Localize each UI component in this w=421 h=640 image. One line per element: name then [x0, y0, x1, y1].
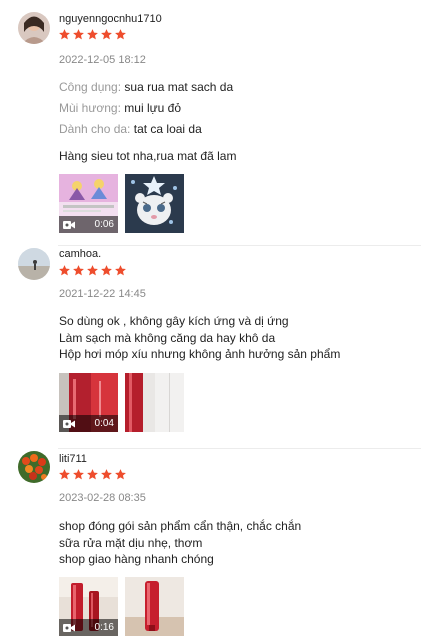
review-video-thumbnail[interactable]: 0:16: [59, 577, 118, 636]
review-text-line: sữa rửa mặt dịu nhẹ, thơm: [59, 535, 203, 550]
attribute-usage: Công dụng: sua rua mat sach da: [59, 80, 233, 94]
attribute-skin-type: Dành cho da: tat ca loai da: [59, 122, 202, 136]
star-icon: [58, 28, 71, 41]
video-duration: 0:06: [94, 219, 114, 230]
review-text: Hàng sieu tot nha,rua mat đã lam: [59, 148, 236, 165]
review-item: nguyenngocnhu1710 2022-12-05 18:12 Công …: [0, 0, 421, 245]
rating-stars: [58, 264, 127, 277]
review-text-line: shop giao hàng nhanh chóng: [59, 552, 214, 566]
video-camera-icon: [63, 623, 75, 633]
star-icon: [72, 468, 85, 481]
review-text-line: Hàng sieu tot nha,rua mat đã lam: [59, 149, 237, 163]
star-icon: [114, 28, 127, 41]
review-text: So dùng ok , không gây kích ứng và dị ứn…: [59, 313, 340, 363]
star-icon: [58, 468, 71, 481]
review-username[interactable]: camhoa.: [59, 248, 101, 260]
review-text-line: shop đóng gói sản phẩm cẩn thận, chắc ch…: [59, 519, 302, 533]
review-text: shop đóng gói sản phẩm cẩn thận, chắc ch…: [59, 518, 301, 568]
review-video-thumbnail[interactable]: 0:04: [59, 373, 118, 432]
star-icon: [58, 264, 71, 277]
star-icon: [72, 28, 85, 41]
review-timestamp: 2023-02-28 08:35: [59, 492, 146, 504]
review-text-line: So dùng ok , không gây kích ứng và dị ứn…: [59, 314, 289, 328]
star-icon: [86, 264, 99, 277]
video-duration: 0:04: [94, 418, 114, 429]
attribute-scent: Mùi hương: mui lựu đỏ: [59, 101, 181, 115]
star-icon: [100, 468, 113, 481]
star-icon: [100, 264, 113, 277]
attribute-value: sua rua mat sach da: [124, 80, 234, 94]
user-avatar[interactable]: [18, 248, 50, 280]
attribute-label: Dành cho da:: [59, 122, 131, 136]
review-item: camhoa. 2021-12-22 14:45 So dùng ok , kh…: [0, 245, 421, 448]
star-icon: [114, 264, 127, 277]
star-icon: [100, 28, 113, 41]
review-timestamp: 2022-12-05 18:12: [59, 54, 146, 66]
video-camera-icon: [63, 419, 75, 429]
review-item: liti711 2023-02-28 08:35 shop đóng gói s…: [0, 448, 421, 640]
review-video-thumbnail[interactable]: 0:06: [59, 174, 118, 233]
user-avatar[interactable]: [18, 451, 50, 483]
attribute-label: Mùi hương:: [59, 101, 121, 115]
attribute-label: Công dụng:: [59, 80, 122, 94]
video-badge: 0:16: [59, 619, 118, 636]
video-camera-icon: [63, 220, 75, 230]
review-image-thumbnail[interactable]: [125, 373, 184, 432]
review-username[interactable]: nguyenngocnhu1710: [59, 13, 162, 25]
video-badge: 0:04: [59, 415, 118, 432]
video-badge: 0:06: [59, 216, 118, 233]
star-icon: [86, 468, 99, 481]
review-image-thumbnail[interactable]: [125, 577, 184, 636]
attribute-value: mui lựu đỏ: [124, 101, 182, 115]
star-icon: [86, 28, 99, 41]
review-text-line: Hộp hơi móp xíu nhưng không ảnh hưởng sả…: [59, 347, 341, 361]
review-timestamp: 2021-12-22 14:45: [59, 288, 146, 300]
star-icon: [114, 468, 127, 481]
review-image-thumbnail[interactable]: [125, 174, 184, 233]
user-avatar[interactable]: [18, 12, 50, 44]
review-username[interactable]: liti711: [59, 453, 87, 465]
rating-stars: [58, 468, 127, 481]
star-icon: [72, 264, 85, 277]
attribute-value: tat ca loai da: [133, 122, 202, 136]
video-duration: 0:16: [94, 622, 114, 633]
rating-stars: [58, 28, 127, 41]
review-text-line: Làm sạch mà không căng da hay khô da: [59, 330, 276, 345]
